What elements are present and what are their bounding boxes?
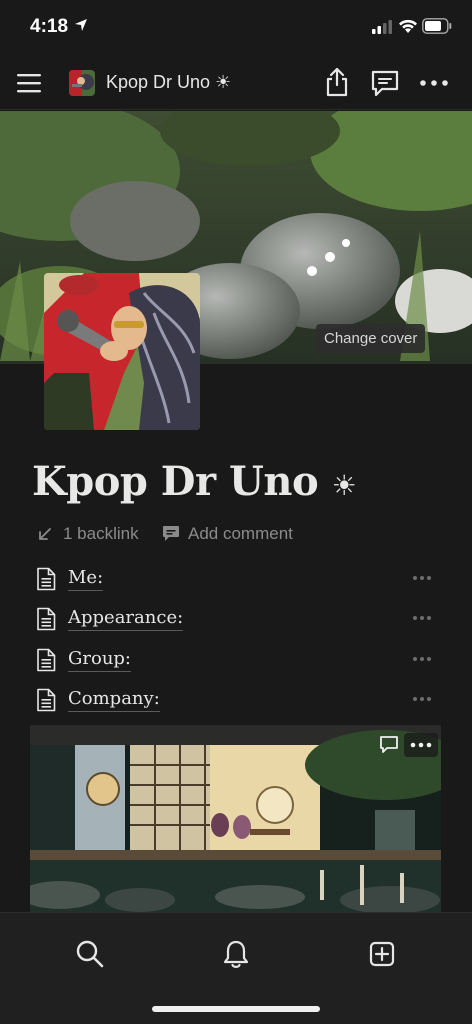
document-icon (37, 607, 56, 631)
share-icon[interactable] (322, 66, 352, 98)
property-row-group[interactable]: Group: (36, 644, 436, 678)
cellular-signal-icon (372, 20, 392, 34)
hamburger-menu-icon[interactable] (14, 68, 44, 98)
home-indicator[interactable] (152, 1006, 320, 1012)
property-label: Me: (68, 566, 104, 591)
backlink-arrow-icon (39, 528, 51, 540)
more-horizontal-icon[interactable] (412, 696, 432, 702)
comments-icon[interactable] (369, 68, 401, 98)
status-time: 4:18 (30, 16, 69, 37)
comment-bubble-icon (163, 526, 179, 541)
search-icon[interactable] (74, 938, 106, 970)
location-arrow-icon (75, 19, 87, 31)
document-icon (37, 688, 56, 712)
page-title-text: Kpop Dr Uno (32, 458, 319, 505)
more-horizontal-icon[interactable] (412, 656, 432, 662)
more-horizontal-icon[interactable] (412, 575, 432, 581)
image-comment-icon[interactable] (378, 733, 400, 755)
property-row-company[interactable]: Company: (36, 684, 436, 718)
top-navigation-bar: Kpop Dr Uno ☀︎ (0, 56, 472, 110)
property-label: Company: (68, 687, 160, 712)
bell-icon[interactable] (220, 938, 252, 970)
backlink-count[interactable]: 1 backlink (63, 521, 139, 547)
wifi-icon (399, 19, 417, 33)
new-page-icon[interactable] (366, 938, 398, 970)
page-title[interactable]: Kpop Dr Uno ☀︎ (32, 458, 357, 505)
property-row-appearance[interactable]: Appearance: (36, 603, 436, 637)
property-label: Appearance: (68, 606, 184, 631)
page-icon-thumbnail[interactable] (69, 70, 95, 96)
property-row-me[interactable]: Me: (36, 563, 436, 597)
document-icon (37, 567, 56, 591)
change-cover-button[interactable]: Change cover (316, 324, 426, 353)
more-horizontal-icon[interactable] (412, 615, 432, 621)
document-icon (37, 648, 56, 672)
sun-emoji-icon: ☀︎ (331, 469, 357, 502)
battery-icon (422, 18, 452, 34)
nav-page-title[interactable]: Kpop Dr Uno ☀︎ (106, 72, 231, 93)
page-icon-image[interactable] (44, 273, 200, 430)
add-comment-button[interactable]: Add comment (188, 521, 293, 547)
status-bar: 4:18 (0, 0, 472, 56)
more-horizontal-icon[interactable] (418, 72, 450, 94)
image-more-icon[interactable] (404, 733, 438, 757)
property-label: Group: (68, 647, 131, 672)
